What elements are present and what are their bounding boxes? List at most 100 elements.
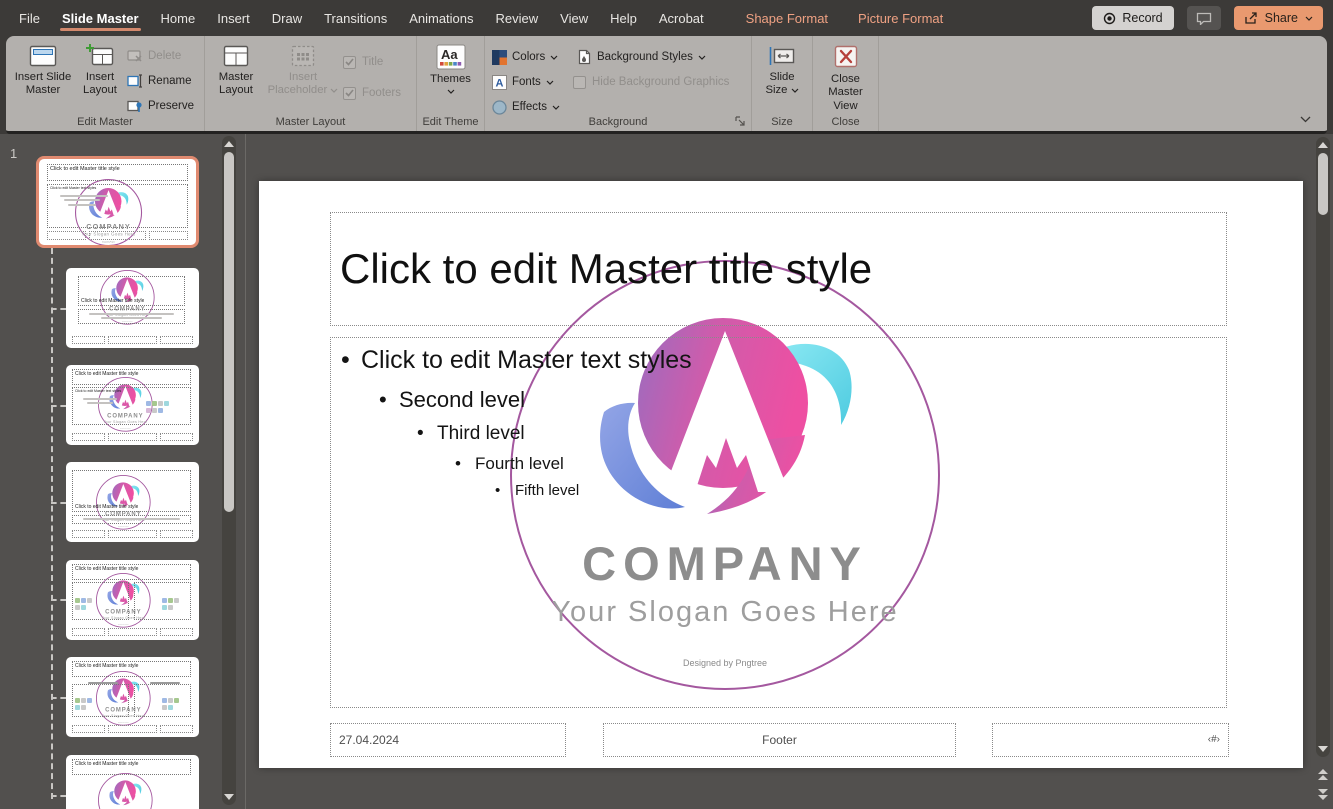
ribbon-spacer [879,36,1327,131]
group-label-background: Background [588,116,648,128]
group-label-edit-theme: Edit Theme [422,116,479,128]
fonts-dropdown[interactable]: A Fonts [489,70,563,94]
thumbnail-layout-comparison[interactable]: COMPANY Your Slogan Goes Here Designed b… [66,657,199,737]
colors-dropdown[interactable]: Colors [489,45,563,69]
record-label: Record [1122,11,1163,25]
tab-picture-format[interactable]: Picture Format [847,2,954,35]
date-placeholder[interactable]: 27.04.2024 [330,723,566,757]
background-styles-dropdown[interactable]: Background Styles [573,45,729,69]
editor-scrollbar-thumb[interactable] [1318,153,1328,215]
dialog-launcher-icon[interactable] [734,115,746,127]
tab-home[interactable]: Home [150,2,207,35]
close-master-view-label: Close Master View [828,73,863,112]
thumb-footer-row [72,725,193,733]
tab-shape-format[interactable]: Shape Format [735,2,839,35]
master-layout-icon [223,45,249,67]
themes-icon: Aa [436,44,465,70]
insert-slide-master-button[interactable]: Insert Slide Master [10,41,76,119]
chevron-down-icon [447,89,454,95]
logo-mark [109,780,142,806]
tab-animations[interactable]: Animations [398,2,484,35]
thumb-content-icons [162,598,179,603]
slide-size-icon [769,47,795,65]
editor-scrollbar[interactable] [1316,137,1330,757]
insert-slide-master-icon [29,45,57,67]
next-slide-button[interactable] [1316,786,1330,802]
thumbnail-scrollbar[interactable] [222,136,236,805]
tab-transitions[interactable]: Transitions [313,2,398,35]
layout-tree-line [51,248,53,799]
themes-button[interactable]: Aa Themes [423,41,479,119]
body-placeholder[interactable]: • Click to edit Master text styles • Secon… [330,337,1227,708]
record-button[interactable]: Record [1092,6,1174,30]
thumb-content-icons [146,408,163,413]
slide-canvas[interactable]: COMPANY Your Slogan Goes Here Designed b… [259,181,1303,768]
scroll-down-icon[interactable] [224,794,234,800]
scroll-down-icon[interactable] [1318,746,1328,752]
scroll-up-icon[interactable] [224,141,234,147]
tab-view[interactable]: View [549,2,599,35]
tab-insert[interactable]: Insert [206,2,261,35]
chevron-down-icon [550,55,558,60]
close-master-view-button[interactable]: Close Master View [817,41,874,119]
thumbnail-layout-title-only[interactable]: COMPANY Your Slogan Goes Here Designed b… [66,755,199,809]
thumb-body-placeholder: Click to edit Master text styles [72,387,191,425]
thumb-title-placeholder: Click to edit Master title style [78,276,185,306]
checkbox-unchecked-icon [572,75,586,89]
slide-master-index: 1 [10,146,18,161]
slide-size-label: Slide Size [758,71,806,98]
thumbnail-layout-section-header[interactable]: COMPANY Your Slogan Goes Here Designed b… [66,462,199,542]
thumbnail-layout-two-content[interactable]: COMPANY Your Slogan Goes Here Designed b… [66,560,199,640]
thumbnail-slide-master[interactable]: COMPANY Your Slogan Goes Here Designed b… [36,156,199,248]
thumb-title-placeholder: Click to edit Master title style [72,369,191,385]
svg-text:Aa: Aa [441,47,458,62]
bullet-level-4: • Fourth level [455,454,564,473]
tab-file[interactable]: File [8,2,51,35]
checkbox-checked-icon [343,55,356,69]
master-layout-button[interactable]: Master Layout [209,41,263,119]
thumbnail-layout-title-slide[interactable]: COMPANY Your Slogan Goes Here Designed b… [66,268,199,348]
comments-button[interactable] [1186,6,1221,30]
tab-review[interactable]: Review [485,2,550,35]
thumb-content-icons [162,605,173,610]
thumbnail-scrollbar-thumb[interactable] [224,152,234,512]
collapse-ribbon-chevron-icon[interactable] [1300,116,1311,123]
insert-layout-icon [86,44,114,66]
rename-button[interactable]: Rename [124,70,197,92]
thumb-title-placeholder: Click to edit Master title style [47,164,188,181]
svg-text:A: A [496,77,504,89]
preserve-button[interactable]: Preserve [124,95,197,117]
background-styles-label: Background Styles [596,51,693,63]
group-label-close: Close [831,116,860,128]
thumb-body-placeholder: Click to edit Master text styles [47,184,188,228]
share-button[interactable]: Share [1233,6,1323,30]
thumbnail-layout-title-and-content[interactable]: COMPANY Your Slogan Goes Here Designed b… [66,365,199,445]
delete-label: Delete [148,50,182,62]
scroll-up-icon[interactable] [1318,142,1328,148]
thumb-content-icons [75,605,86,610]
tab-draw[interactable]: Draw [261,2,313,35]
insert-slide-master-label: Insert Slide Master [14,71,72,97]
delete-button: Delete [124,45,197,67]
thumb-title-placeholder: Click to edit Master title style [72,564,191,580]
hide-background-graphics-label: Hide Background Graphics [591,76,730,88]
tab-slide-master[interactable]: Slide Master [51,2,150,35]
insert-layout-button[interactable]: Insert Layout [76,41,124,119]
slide-size-button[interactable]: Slide Size [756,41,808,119]
footer-placeholder[interactable]: Footer [603,723,956,757]
slide-number-placeholder[interactable]: ‹#› [992,723,1229,757]
group-close: Close Master View Close [813,36,879,131]
chevron-down-icon [698,55,706,60]
layout-tree-stub [51,599,66,601]
previous-slide-button[interactable] [1316,766,1330,782]
tab-help[interactable]: Help [599,2,648,35]
panel-divider[interactable] [245,134,246,809]
rename-icon [127,74,142,88]
master-layout-label: Master Layout [218,71,254,97]
effects-label: Effects [512,101,547,113]
fonts-label: Fonts [512,76,541,88]
tab-acrobat[interactable]: Acrobat [648,2,715,35]
logo-credit-text: Designed by Pngtree [101,241,116,243]
title-placeholder[interactable]: Click to edit Master title style [330,212,1227,326]
thumb-content-icons [162,705,173,710]
